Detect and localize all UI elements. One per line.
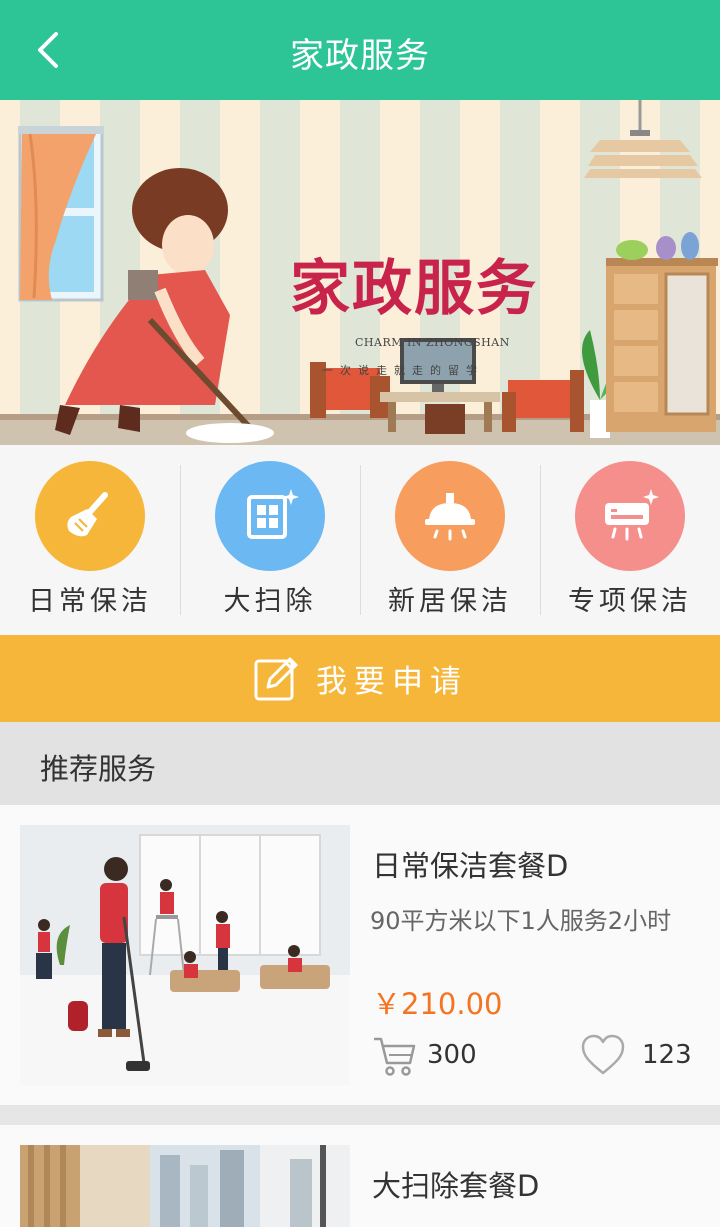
cart-icon xyxy=(374,1037,416,1076)
page-title: 家政服务 xyxy=(290,36,430,76)
broom-icon xyxy=(67,492,108,537)
recommended-section-header: 推荐服务 xyxy=(0,722,720,805)
ceiling-lamp-icon xyxy=(425,493,475,541)
service-sales-count: 300 xyxy=(427,1040,477,1070)
heart-icon[interactable] xyxy=(580,1033,626,1077)
banner-subtitle: CHARM IN ZHONGSHAN xyxy=(355,336,510,349)
service-photo xyxy=(20,1145,350,1227)
apply-button-label: 我要申请 xyxy=(316,664,468,700)
section-title: 推荐服务 xyxy=(40,752,157,786)
category-grid: 日常保洁 大扫除 新居保洁 专项保洁 xyxy=(0,445,720,635)
category-special-cleaning[interactable]: 专项保洁 xyxy=(540,445,720,635)
app-screen: 家政服务 家政服务 CHARM IN ZHONGSHAN 一次说走就走的留学 日… xyxy=(0,0,720,1227)
banner-tagline: 一次说走就走的留学 xyxy=(322,364,484,377)
category-label: 大扫除 xyxy=(223,586,317,617)
banner-title: 家政服务 xyxy=(290,254,538,324)
category-label: 日常保洁 xyxy=(28,586,152,617)
category-label: 专项保洁 xyxy=(568,586,692,617)
air-conditioner-icon xyxy=(605,489,659,541)
window-clean-icon xyxy=(247,489,299,539)
service-image xyxy=(20,1145,350,1227)
category-icon-circle xyxy=(215,461,325,571)
service-image xyxy=(20,825,350,1085)
service-photo xyxy=(20,825,350,1085)
category-icon-circle xyxy=(35,461,145,571)
edit-icon xyxy=(254,657,298,700)
service-name: 日常保洁套餐D xyxy=(372,849,569,883)
top-bar: 家政服务 xyxy=(0,0,720,100)
category-deep-cleaning[interactable]: 大扫除 xyxy=(180,445,360,635)
service-card[interactable]: 大扫除套餐D xyxy=(0,1125,720,1227)
promo-banner[interactable]: 家政服务 CHARM IN ZHONGSHAN 一次说走就走的留学 xyxy=(0,100,720,445)
category-new-home-cleaning[interactable]: 新居保洁 xyxy=(360,445,540,635)
category-icon-circle xyxy=(395,461,505,571)
apply-button[interactable]: 我要申请 xyxy=(0,635,720,722)
service-description: 90平方米以下1人服务2小时 xyxy=(370,907,672,935)
service-price: ￥210.00 xyxy=(372,987,503,1021)
service-like-count: 123 xyxy=(642,1040,692,1070)
service-card[interactable]: 日常保洁套餐D 90平方米以下1人服务2小时 ￥210.00 300 123 xyxy=(0,805,720,1105)
service-name: 大扫除套餐D xyxy=(372,1169,540,1203)
category-daily-cleaning[interactable]: 日常保洁 xyxy=(0,445,180,635)
category-label: 新居保洁 xyxy=(388,586,512,617)
category-icon-circle xyxy=(575,461,685,571)
